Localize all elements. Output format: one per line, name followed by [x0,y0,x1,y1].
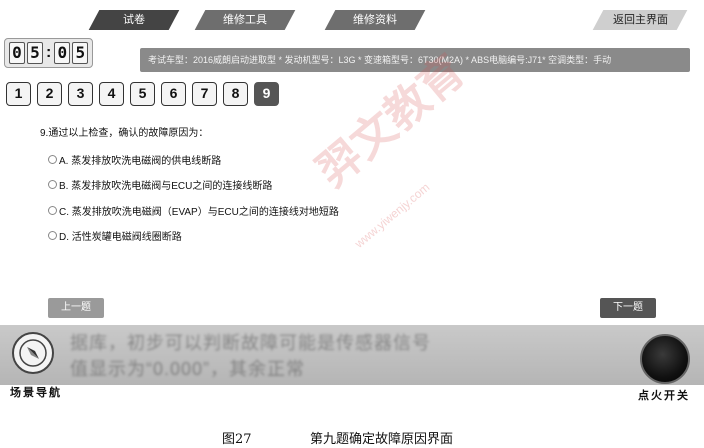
timer-digit: 5 [72,42,89,64]
option-label: B. 蒸发排放吹洗电磁阀与ECU之间的连接线断路 [59,181,273,192]
question-number-button[interactable]: 1 [6,82,31,106]
question-number-button[interactable]: 8 [223,82,248,106]
question-number-button[interactable]: 2 [37,82,62,106]
figure-caption: 第九题确定故障原因界面 [310,432,454,447]
background-ghost-text: 值显示为“0.000”，其余正常 [70,359,306,379]
tab-repair-tools-label: 维修工具 [223,14,267,26]
figure-number: 图27 [222,432,252,447]
timer-digit: 0 [54,42,71,64]
compass-icon [19,339,47,367]
question-number-button[interactable]: 4 [99,82,124,106]
question-number-button[interactable]: 7 [192,82,217,106]
tab-repair-docs-label: 维修资料 [353,14,397,26]
option-label: C. 蒸发排放吹洗电磁阀（EVAP）与ECU之间的连接线对地短路 [59,207,339,218]
answer-option-d[interactable]: D. 活性炭罐电磁阀线圈断路 [48,228,182,243]
vehicle-info-bar: 考试车型：2016威朗启动进取型 * 发动机型号：L3G * 变速箱型号：6T3… [140,48,690,72]
question-number-button-current[interactable]: 9 [254,82,279,106]
radio-button[interactable] [48,206,57,215]
timer-separator: : [46,44,52,61]
answer-option-b[interactable]: B. 蒸发排放吹洗电磁阀与ECU之间的连接线断路 [48,177,272,192]
countdown-timer: 0 5 : 0 5 [4,38,94,68]
return-home-button[interactable]: 返回主界面 [592,10,688,30]
question-number-button[interactable]: 5 [130,82,155,106]
next-question-button[interactable]: 下一题 [600,298,656,318]
ignition-label: 点火开关 [638,390,690,402]
answer-option-c[interactable]: C. 蒸发排放吹洗电磁阀（EVAP）与ECU之间的连接线对地短路 [48,203,339,218]
tab-exam[interactable]: 试卷 [88,10,180,30]
timer-digit: 0 [9,42,25,64]
previous-question-button[interactable]: 上一题 [48,298,104,318]
question-number-button[interactable]: 6 [161,82,186,106]
scene-nav-label: 场景导航 [10,387,62,399]
option-label: D. 活性炭罐电磁阀线圈断路 [59,232,182,243]
radio-button[interactable] [48,155,57,164]
question-number-bar: 1 2 3 4 5 6 7 8 9 [6,82,279,106]
tab-repair-docs[interactable]: 维修资料 [324,10,426,30]
question-number-button[interactable]: 3 [68,82,93,106]
radio-button[interactable] [48,231,57,240]
watermark-url: www.yiwenjy.com [352,180,433,251]
answer-option-a[interactable]: A. 蒸发排放吹洗电磁阀的供电线断路 [48,152,221,167]
option-label: A. 蒸发排放吹洗电磁阀的供电线断路 [59,156,222,167]
radio-button[interactable] [48,180,57,189]
ignition-button-icon[interactable] [640,334,690,384]
scene-nav-button[interactable] [12,332,54,374]
return-home-label: 返回主界面 [612,14,668,26]
background-ghost-text: 据库，初步可以判断故障可能是传感器信号 [70,333,431,353]
scene-background-strip: 据库，初步可以判断故障可能是传感器信号 值显示为“0.000”，其余正常 [0,325,704,385]
tab-repair-tools[interactable]: 维修工具 [194,10,296,30]
question-text: 9.通过以上检查，确认的故障原因为： [40,128,209,139]
timer-digit: 5 [27,42,43,64]
tab-exam-label: 试卷 [123,14,145,26]
